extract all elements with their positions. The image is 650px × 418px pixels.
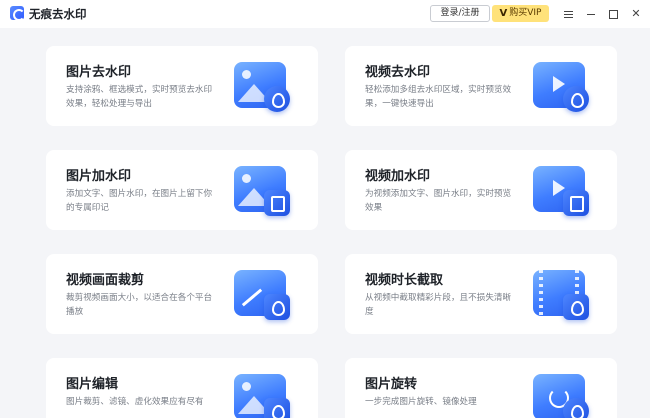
card-image-remove-watermark[interactable]: 图片去水印 支持涂鸦、框选模式，实时预览去水印效果，轻松处理与导出: [46, 46, 318, 126]
menu-icon[interactable]: [558, 4, 578, 24]
card-description: 一步完成图片旋转、镜像处理: [365, 397, 477, 407]
login-register-button[interactable]: 登录/注册: [430, 5, 490, 22]
card-title: 视频画面裁剪: [66, 273, 145, 288]
card-video-add-watermark[interactable]: 视频加水印 为视频添加文字、图片水印，实时预览效果: [345, 150, 617, 230]
video-add-watermark-icon: [527, 160, 597, 222]
close-icon[interactable]: ✕: [626, 4, 646, 24]
buy-vip-label: 购买VIP: [509, 8, 542, 18]
card-description: 裁剪视频画面大小，以适合在各个平台播放: [66, 293, 213, 317]
app-logo-icon: [10, 6, 25, 21]
image-add-watermark-icon: [228, 160, 298, 222]
minimize-icon[interactable]: [581, 4, 601, 24]
card-video-crop[interactable]: 视频画面裁剪 裁剪视频画面大小，以适合在各个平台播放: [46, 254, 318, 334]
card-video-remove-watermark[interactable]: 视频去水印 轻松添加多组去水印区域，实时预览效果，一键快速导出: [345, 46, 617, 126]
card-description: 支持涂鸦、框选模式，实时预览去水印效果，轻松处理与导出: [66, 85, 213, 109]
video-remove-watermark-icon: [527, 56, 597, 118]
card-title: 视频加水印: [365, 169, 431, 184]
card-title: 视频时长截取: [365, 273, 444, 288]
card-title: 图片旋转: [365, 377, 418, 392]
video-crop-icon: [228, 264, 298, 326]
card-description: 为视频添加文字、图片水印，实时预览效果: [365, 189, 512, 213]
video-trim-icon: [527, 264, 597, 326]
card-image-add-watermark[interactable]: 图片加水印 添加文字、图片水印，在图片上留下你的专属印记: [46, 150, 318, 230]
card-image-rotate[interactable]: 图片旋转 一步完成图片旋转、镜像处理: [345, 358, 617, 418]
card-description: 从视频中截取精彩片段，且不损失清晰度: [365, 293, 512, 317]
vip-icon: V: [499, 8, 508, 19]
buy-vip-button[interactable]: V 购买VIP: [492, 5, 549, 22]
card-title: 图片加水印: [66, 169, 132, 184]
app-title: 无痕去水印: [29, 7, 87, 21]
card-title: 视频去水印: [365, 65, 431, 80]
card-image-edit[interactable]: 图片编辑 图片裁剪、滤镜、虚化效果应有尽有: [46, 358, 318, 418]
card-description: 图片裁剪、滤镜、虚化效果应有尽有: [66, 397, 204, 407]
image-edit-icon: [228, 368, 298, 418]
feature-grid: 图片去水印 支持涂鸦、框选模式，实时预览去水印效果，轻松处理与导出 视频去水印 …: [0, 28, 650, 418]
title-bar: 无痕去水印 登录/注册 V 购买VIP ✕: [0, 0, 650, 28]
card-title: 图片编辑: [66, 377, 119, 392]
card-video-trim[interactable]: 视频时长截取 从视频中截取精彩片段，且不损失清晰度: [345, 254, 617, 334]
card-description: 添加文字、图片水印，在图片上留下你的专属印记: [66, 189, 213, 213]
maximize-icon[interactable]: [603, 4, 623, 24]
image-remove-watermark-icon: [228, 56, 298, 118]
image-rotate-icon: [527, 368, 597, 418]
card-title: 图片去水印: [66, 65, 132, 80]
card-description: 轻松添加多组去水印区域，实时预览效果，一键快速导出: [365, 85, 512, 109]
